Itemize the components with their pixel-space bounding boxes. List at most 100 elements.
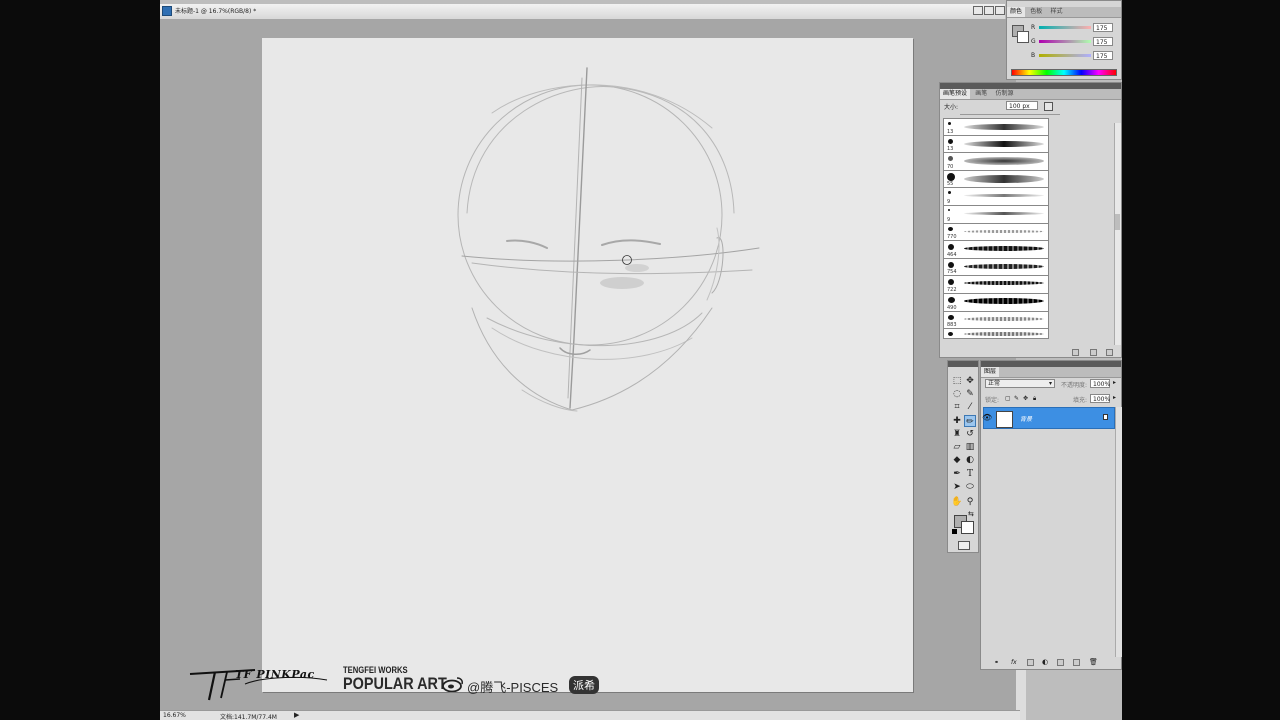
- tab-color[interactable]: 颜色: [1007, 7, 1026, 17]
- tab-brushes[interactable]: 画笔: [972, 89, 990, 99]
- marquee-tool-icon[interactable]: ⬚: [951, 375, 963, 387]
- visibility-eye-icon[interactable]: 👁︎: [982, 413, 992, 422]
- layer-name[interactable]: 背景: [1020, 414, 1032, 423]
- weibo-handle: @腾飞-PISCES: [467, 680, 559, 695]
- eyedropper-tool-icon[interactable]: ⁄: [964, 401, 976, 413]
- brush-preset-item[interactable]: 55: [943, 170, 1049, 189]
- lock-all-icon[interactable]: 🔒︎: [1033, 395, 1036, 403]
- healing-tool-icon[interactable]: ✚: [951, 415, 963, 427]
- lasso-tool-icon[interactable]: ◌: [951, 388, 963, 400]
- layer-mask-icon[interactable]: [1027, 659, 1034, 666]
- brush-presets-panel: 画笔预设 画笔 仿制源 大小: 100 px 13 13 70 55 9 9 7…: [939, 82, 1122, 358]
- minimize-button[interactable]: [973, 6, 983, 15]
- tool-background-color[interactable]: [961, 521, 974, 534]
- zoom-level[interactable]: 16.67%: [163, 712, 186, 719]
- history-brush-tool-icon[interactable]: ↺: [964, 428, 976, 440]
- maximize-button[interactable]: [984, 6, 994, 15]
- b-value[interactable]: 175: [1093, 51, 1113, 60]
- quick-mask-icon[interactable]: [958, 541, 970, 550]
- gradient-tool-icon[interactable]: ▥: [964, 441, 976, 453]
- tab-clone-source[interactable]: 仿制源: [993, 89, 1017, 99]
- r-slider[interactable]: [1039, 26, 1091, 29]
- color-spectrum-bar[interactable]: [1011, 69, 1117, 76]
- r-value[interactable]: 175: [1093, 23, 1113, 32]
- brush-preset-item[interactable]: 9: [943, 188, 1049, 206]
- brand-title: POPULAR ART: [343, 674, 447, 693]
- path-select-tool-icon[interactable]: ➤: [951, 481, 963, 493]
- background-swatch[interactable]: [1017, 31, 1029, 43]
- sketch-drawing: [457, 67, 760, 412]
- lock-position-icon[interactable]: ✥: [1023, 395, 1028, 402]
- quick-select-tool-icon[interactable]: ✎: [964, 388, 976, 400]
- brush-preset-item[interactable]: 9: [943, 205, 1049, 224]
- tab-swatches[interactable]: 色板: [1027, 7, 1045, 17]
- layer-row[interactable]: 👁︎ 背景: [982, 407, 1115, 429]
- brush-size-slider[interactable]: [960, 114, 1060, 115]
- brush-panel-footer-icon[interactable]: [1072, 349, 1079, 356]
- link-layers-icon[interactable]: ⚭: [994, 659, 999, 666]
- hand-tool-icon[interactable]: ✋: [951, 496, 963, 508]
- brush-preset-item[interactable]: [943, 329, 1049, 340]
- g-value[interactable]: 175: [1093, 37, 1113, 46]
- clone-stamp-tool-icon[interactable]: ♜: [951, 428, 963, 440]
- eraser-tool-icon[interactable]: ▱: [951, 441, 963, 453]
- crop-tool-icon[interactable]: ⌗: [951, 401, 963, 413]
- blur-tool-icon[interactable]: ◆: [951, 454, 963, 466]
- lock-pixels-icon[interactable]: ✎: [1014, 395, 1019, 402]
- default-colors-icon[interactable]: [952, 529, 957, 534]
- shape-tool-icon[interactable]: ⬭: [964, 481, 976, 493]
- brush-options-icon[interactable]: [1044, 102, 1053, 111]
- delete-brush-icon[interactable]: [1106, 349, 1113, 356]
- b-slider[interactable]: [1039, 54, 1091, 57]
- new-brush-icon[interactable]: [1090, 349, 1097, 356]
- tab-layers[interactable]: 图层: [981, 367, 1000, 377]
- brush-preset-item[interactable]: 464: [943, 241, 1049, 259]
- tab-styles[interactable]: 样式: [1048, 7, 1066, 17]
- swap-colors-icon[interactable]: ⇆: [968, 510, 974, 518]
- brush-size-input[interactable]: 100 px: [1006, 101, 1038, 110]
- status-arrow-icon[interactable]: ▶: [294, 711, 299, 719]
- tools-panel: ⬚ ✥ ◌ ✎ ⌗ ⁄ ✚ ✏ ♜ ↺ ▱ ▥ ◆ ◐ ✒ T ➤ ⬭ ✋ ⚲ …: [947, 360, 979, 553]
- tab-brush-presets[interactable]: 画笔预设: [940, 89, 971, 99]
- brush-list-scroll-thumb[interactable]: [1115, 214, 1120, 230]
- brush-preset-item[interactable]: 754: [943, 258, 1049, 277]
- brush-preset-item[interactable]: 722: [943, 276, 1049, 294]
- brand-badge: 派希: [569, 676, 599, 694]
- layer-group-icon[interactable]: [1057, 659, 1064, 666]
- adjustment-layer-icon[interactable]: ◐: [1042, 658, 1048, 666]
- brush-size-text: 490: [947, 304, 957, 311]
- brush-size-text: 464: [947, 251, 957, 258]
- type-tool-icon[interactable]: T: [964, 468, 976, 480]
- canvas[interactable]: [262, 38, 913, 692]
- brush-preset-item[interactable]: 13: [943, 118, 1049, 136]
- layers-list-scrollbar[interactable]: [1115, 407, 1122, 657]
- opacity-value[interactable]: 100%: [1090, 379, 1110, 388]
- b-label: B: [1031, 52, 1036, 59]
- fill-arrow-icon[interactable]: ▸: [1113, 394, 1116, 401]
- brush-tool-icon[interactable]: ✏: [964, 415, 976, 427]
- blend-mode-select[interactable]: 正常 ▾: [985, 379, 1055, 388]
- signature-text: TF PINKPac: [235, 668, 315, 681]
- brush-size-text: 13: [947, 128, 954, 135]
- delete-layer-icon[interactable]: 🗑︎: [1089, 658, 1098, 666]
- pen-tool-icon[interactable]: ✒: [951, 468, 963, 480]
- new-layer-icon[interactable]: [1073, 659, 1080, 666]
- brush-list-scrollbar[interactable]: [1114, 123, 1121, 345]
- close-button[interactable]: [995, 6, 1005, 15]
- brush-preset-item[interactable]: 490: [943, 293, 1049, 312]
- brush-preset-list: 13 13 70 55 9 9 770 464 754 722 490 883: [943, 118, 1049, 340]
- fill-value[interactable]: 100%: [1090, 394, 1110, 403]
- brush-preset-item[interactable]: 770: [943, 223, 1049, 242]
- layer-style-icon[interactable]: fx: [1011, 659, 1017, 666]
- move-tool-icon[interactable]: ✥: [964, 375, 976, 387]
- brush-size-text: 722: [947, 286, 957, 293]
- zoom-tool-icon[interactable]: ⚲: [964, 496, 976, 508]
- brush-preset-item[interactable]: 13: [943, 135, 1049, 154]
- g-slider[interactable]: [1039, 40, 1091, 43]
- weibo-icon: [442, 676, 463, 693]
- lock-transparency-icon[interactable]: ▢: [1005, 395, 1011, 402]
- brush-preset-item[interactable]: 70: [943, 153, 1049, 171]
- brush-preset-item[interactable]: 883: [943, 311, 1049, 330]
- opacity-arrow-icon[interactable]: ▸: [1113, 379, 1116, 386]
- dodge-tool-icon[interactable]: ◐: [964, 454, 976, 466]
